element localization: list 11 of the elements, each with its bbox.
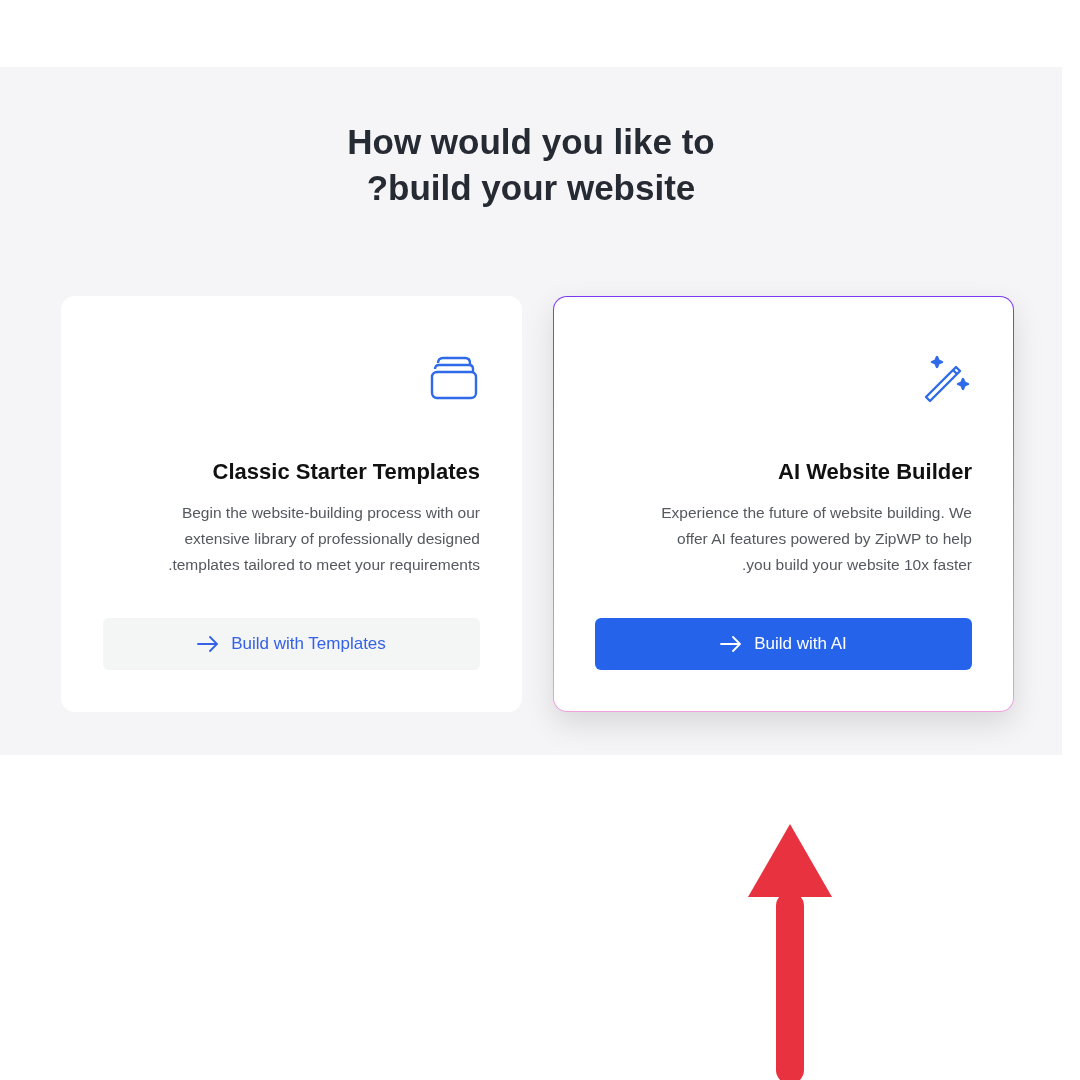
arrow-right-icon [720, 636, 743, 652]
arrow-right-icon [197, 636, 220, 652]
card-description: Begin the website-building process with our extensive library of professionally designed .templates tailored to meet your requirements [168, 503, 480, 575]
page-heading: How would you like to ?build your website [347, 121, 715, 209]
card-title: AI Website Builder [778, 458, 972, 486]
build-button[interactable]: Build with AI [595, 618, 972, 670]
option-card[interactable]: Classic Starter Templates Begin the website-building process with our extensive library of professionally designed .templates tailored to meet your requirements Build with Templates [61, 296, 522, 712]
build-button[interactable]: Build with Templates [103, 618, 480, 670]
card-description: Experience the future of website building. We offer AI features powered by ZipWP to help .you build your website 10x faster [661, 503, 972, 575]
option-card[interactable]: AI Website Builder Experience the future of website building. We offer AI features powered by ZipWP to help .you build your website 10x faster Build with AI [553, 296, 1014, 712]
card-title: Classic Starter Templates [212, 458, 480, 486]
